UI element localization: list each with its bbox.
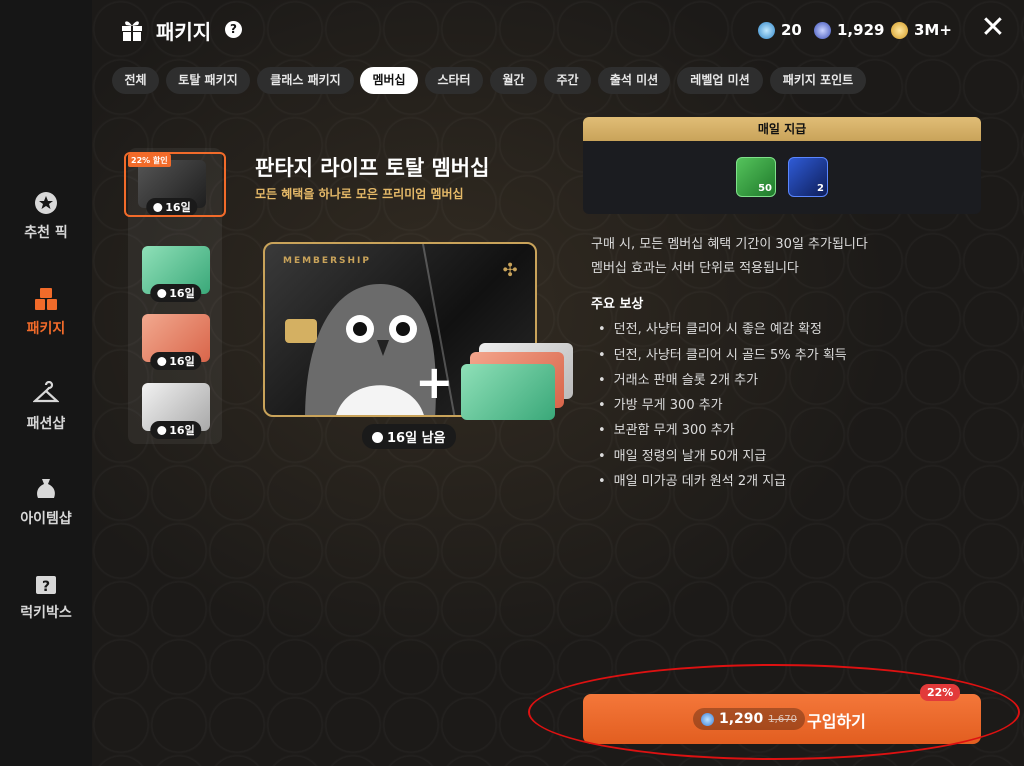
discount-tag: 22% 할인: [128, 154, 171, 167]
reward-item: 가방 무게 300 추가: [598, 394, 723, 413]
help-icon[interactable]: ?: [225, 21, 242, 38]
star-badge-icon: [35, 192, 57, 214]
page-title: 패키지: [156, 20, 212, 44]
svg-text:✣: ✣: [502, 260, 517, 281]
sidebar-item-itemshop[interactable]: 아이템샵: [0, 476, 92, 546]
tab-monthly[interactable]: 월간: [490, 67, 537, 94]
main-panel: 패키지 ? 20 1,929 3M+ ✕ 전체 토탈 패키지 클래스 패키지 멤…: [92, 0, 1024, 766]
sidebar-item-label: 럭키박스: [20, 605, 72, 621]
currency-gold: 3M+: [891, 17, 952, 43]
sidebar-item-package[interactable]: 패키지: [0, 286, 92, 356]
tab-levelup-mission[interactable]: 레벨업 미션: [677, 67, 763, 94]
clock-icon: [372, 432, 383, 443]
sidebar-item-recommended[interactable]: 추천 픽: [0, 190, 92, 260]
clock-icon: [157, 426, 167, 435]
package-days: 16일: [150, 421, 202, 439]
clock-icon: [157, 357, 167, 366]
currency-orb: 1,929: [814, 17, 884, 43]
tab-package-points[interactable]: 패키지 포인트: [770, 67, 866, 94]
tab-starter[interactable]: 스타터: [425, 67, 483, 94]
gift-icon: [122, 21, 142, 41]
reward-item: 매일 정령의 날개 50개 지급: [598, 445, 767, 464]
package-item[interactable]: 16일: [142, 246, 210, 302]
hanger-icon: [33, 381, 59, 403]
discount-badge: 22%: [920, 684, 961, 701]
sidebar-item-label: 패키지: [26, 321, 66, 337]
info-text: 구매 시, 모든 멤버십 혜택 기간이 30일 추가됩니다: [591, 237, 868, 252]
svg-text:?: ?: [42, 579, 50, 595]
package-item[interactable]: 16일: [142, 314, 210, 370]
tab-attendance-mission[interactable]: 출석 미션: [598, 67, 670, 94]
price-pill: 1,290 1,670: [693, 708, 805, 730]
pouch-icon: [37, 479, 55, 498]
currency-diamond: 20: [758, 17, 802, 43]
tab-weekly[interactable]: 주간: [544, 67, 591, 94]
close-button[interactable]: ✕: [980, 13, 1006, 43]
reward-item: 보관함 무게 300 추가: [598, 419, 735, 438]
sidebar-item-fashion[interactable]: 패션샵: [0, 381, 92, 451]
price: 1,290: [719, 711, 764, 727]
diamond-gem-icon: [758, 21, 775, 39]
blue-orb-icon: [814, 21, 831, 39]
mini-card-green: [461, 364, 555, 420]
reward-item: 던전, 사냥터 클리어 시 좋은 예감 확정: [598, 318, 822, 337]
blue-gem-icon[interactable]: 2: [788, 157, 828, 197]
purchase-label: 구입하기: [807, 712, 866, 731]
reward-item: 던전, 사냥터 클리어 시 골드 5% 추가 획득: [598, 344, 847, 363]
package-item[interactable]: 16일: [142, 383, 210, 439]
original-price: 1,670: [768, 713, 797, 725]
main-rewards-title: 주요 보상: [591, 297, 644, 312]
sidebar-item-label: 패션샵: [26, 416, 66, 432]
tab-total-package[interactable]: 토탈 패키지: [166, 67, 250, 94]
package-days: 16일: [150, 352, 202, 370]
info-text: 멤버십 효과는 서버 단위로 적용됩니다: [591, 261, 799, 276]
package-subtitle: 모든 혜택을 하나로 모은 프리미엄 멤버십: [255, 187, 464, 201]
clock-icon: [157, 289, 167, 298]
reward-item: 거래소 판매 슬롯 2개 추가: [598, 369, 758, 388]
sidebar-item-label: 아이템샵: [20, 511, 72, 527]
plus-icon: +: [415, 355, 454, 409]
sidebar: 추천 픽 패키지 패션샵 아이템샵 ? 럭키박스: [0, 0, 92, 766]
daily-rewards-title: 매일 지급: [583, 117, 981, 141]
time-remaining: 16일 남음: [362, 424, 456, 449]
wing-feather-icon[interactable]: 50: [736, 157, 776, 197]
package-shop-window: 추천 픽 패키지 패션샵 아이템샵 ? 럭키박스 패키지 ? 20 1,929 …: [0, 0, 1024, 766]
diamond-gem-icon: [701, 712, 714, 726]
reward-item: 매일 미가공 데카 원석 2개 지급: [598, 470, 786, 489]
package-title: 판타지 라이프 토탈 멤버십: [255, 156, 490, 180]
tab-class-package[interactable]: 클래스 패키지: [257, 67, 354, 94]
boxes-icon: [35, 288, 57, 310]
sidebar-item-label: 추천 픽: [24, 225, 68, 241]
tab-membership[interactable]: 멤버십: [360, 67, 418, 94]
package-days: 16일: [150, 284, 202, 302]
daily-rewards-panel: 매일 지급 50 2: [583, 117, 981, 214]
gold-coin-icon: [891, 21, 908, 39]
tab-all[interactable]: 전체: [112, 67, 159, 94]
mystery-box-icon: ?: [36, 576, 56, 595]
sidebar-item-luckybox[interactable]: ? 럭키박스: [0, 570, 92, 640]
purchase-button[interactable]: 1,290 1,670 구입하기: [583, 694, 981, 744]
